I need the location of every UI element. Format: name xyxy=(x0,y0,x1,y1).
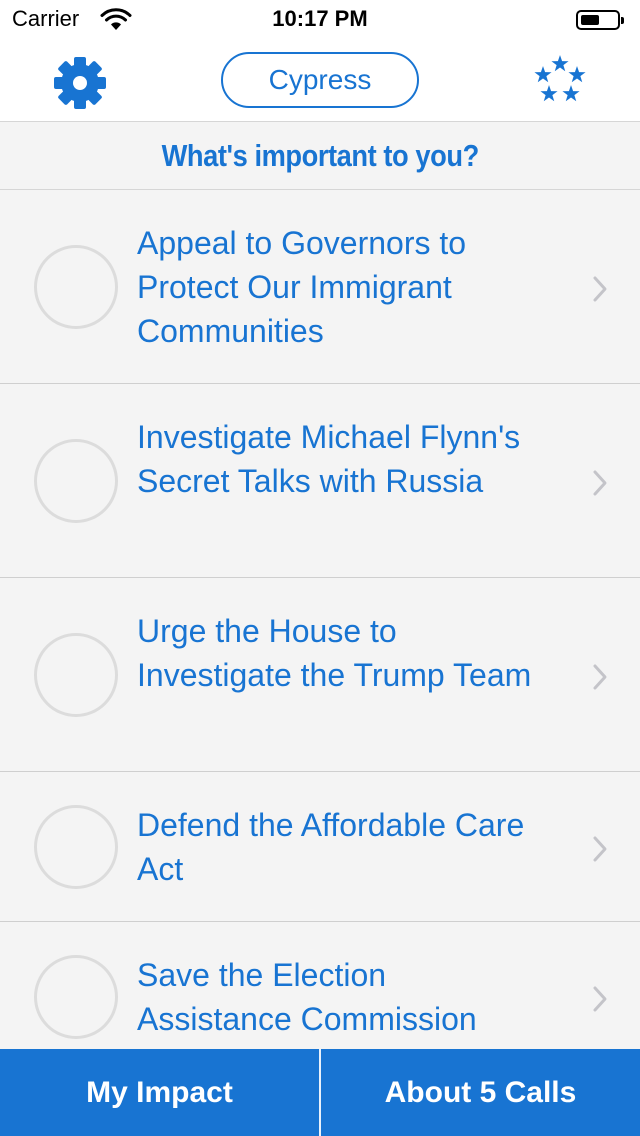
my-impact-label: My Impact xyxy=(86,1075,233,1109)
chevron-right-icon xyxy=(593,986,607,1012)
completion-circle-icon xyxy=(34,245,118,329)
stars-button[interactable] xyxy=(528,50,592,110)
section-header: What's important to you? xyxy=(0,122,640,190)
issue-row[interactable]: Investigate Michael Flynn's Secret Talks… xyxy=(0,384,640,578)
completion-circle-icon xyxy=(34,633,118,717)
location-button[interactable]: Cypress xyxy=(221,52,419,108)
issue-title: Appeal to Governors to Protect Our Immig… xyxy=(137,225,467,349)
issue-list[interactable]: Appeal to Governors to Protect Our Immig… xyxy=(0,190,640,1050)
issue-row[interactable]: Appeal to Governors to Protect Our Immig… xyxy=(0,190,640,384)
issue-title: Investigate Michael Flynn's Secret Talks… xyxy=(137,419,521,499)
about-label: About 5 Calls xyxy=(384,1075,577,1109)
issue-row[interactable]: Urge the House to Investigate the Trump … xyxy=(0,578,640,772)
issue-row[interactable]: Defend the Affordable Care Act xyxy=(0,772,640,922)
issue-title: Save the Election Assistance Commission xyxy=(137,957,477,1037)
battery-icon xyxy=(576,10,624,30)
issue-title: Urge the House to Investigate the Trump … xyxy=(137,613,532,693)
my-impact-button[interactable]: My Impact xyxy=(0,1049,319,1136)
about-button[interactable]: About 5 Calls xyxy=(321,1049,640,1136)
page-title: What's important to you? xyxy=(161,137,479,173)
chevron-right-icon xyxy=(593,664,607,690)
stars-icon xyxy=(532,52,588,104)
completion-circle-icon xyxy=(34,439,118,523)
bottom-tab-bar: My Impact About 5 Calls xyxy=(0,1049,640,1136)
chevron-right-icon xyxy=(593,470,607,496)
chevron-right-icon xyxy=(593,276,607,302)
chevron-right-icon xyxy=(593,836,607,862)
location-label: Cypress xyxy=(268,64,372,95)
completion-circle-icon xyxy=(34,955,118,1039)
completion-circle-icon xyxy=(34,805,118,889)
nav-bar: Cypress xyxy=(0,40,640,122)
status-bar: Carrier 10:17 PM xyxy=(0,0,640,40)
settings-button[interactable] xyxy=(50,55,110,111)
issue-title: Defend the Affordable Care Act xyxy=(137,807,525,887)
issue-row[interactable]: Save the Election Assistance Commission xyxy=(0,922,640,1050)
gear-icon xyxy=(54,57,106,109)
clock: 10:17 PM xyxy=(272,6,368,31)
